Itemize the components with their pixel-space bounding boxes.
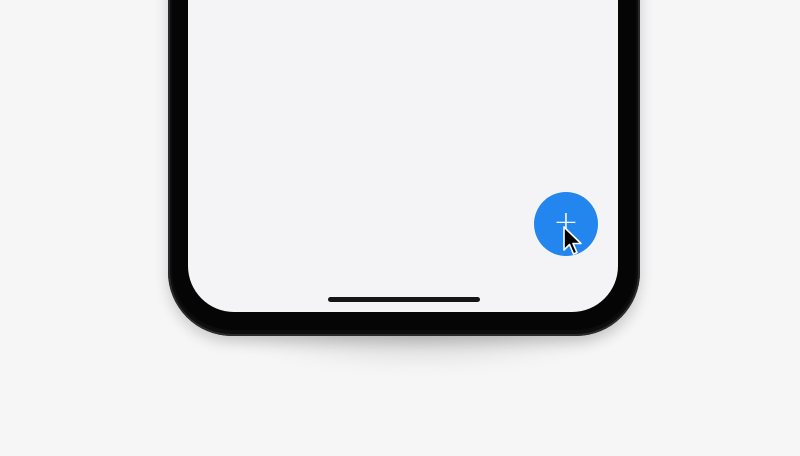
stage: + bbox=[0, 0, 800, 456]
phone-screen: + bbox=[188, 0, 618, 312]
plus-icon: + bbox=[553, 205, 579, 240]
add-fab-button[interactable]: + bbox=[534, 192, 598, 256]
home-indicator[interactable] bbox=[328, 297, 480, 302]
